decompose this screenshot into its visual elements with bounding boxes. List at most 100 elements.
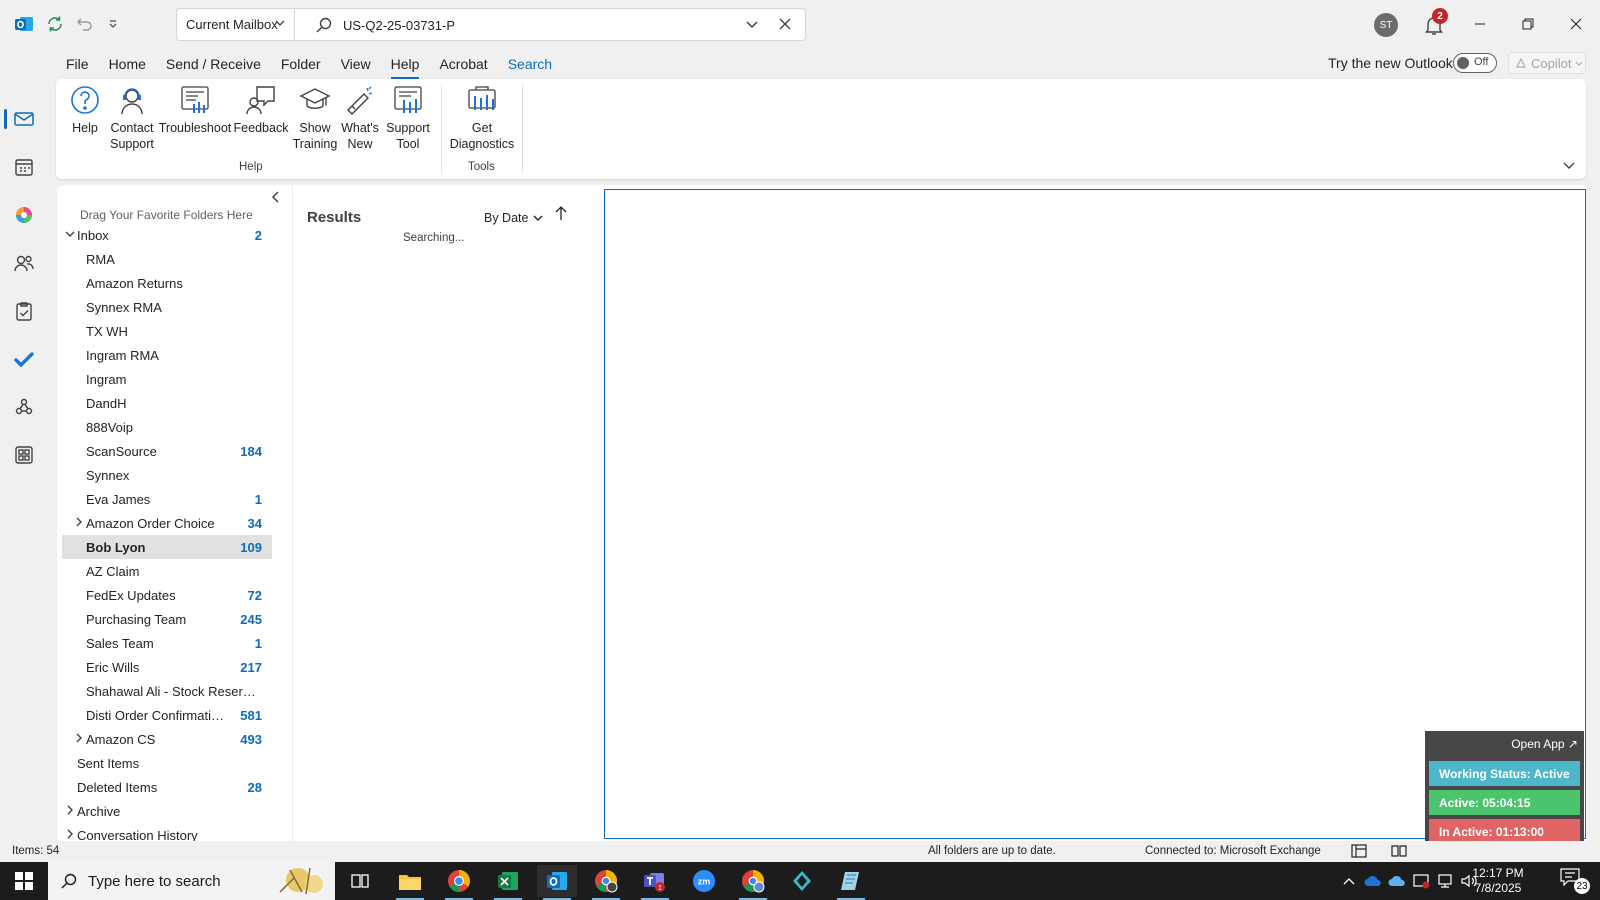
folder-item[interactable]: Ingram RMA — [62, 343, 272, 367]
todo-check-icon[interactable] — [12, 347, 36, 371]
folder-item[interactable]: Synnex — [62, 463, 272, 487]
security-alert-icon[interactable] — [1412, 872, 1430, 890]
folder-item[interactable]: Amazon Order Choice 34 — [62, 511, 272, 535]
mail-icon[interactable] — [12, 107, 36, 131]
tab-file[interactable]: File — [56, 49, 99, 79]
folder-item[interactable]: AZ Claim — [62, 559, 272, 583]
network-icon[interactable] — [1436, 872, 1454, 890]
zoom-icon[interactable]: zm — [684, 865, 724, 897]
show-training-button[interactable]: Show Training — [290, 83, 340, 161]
people-icon[interactable] — [12, 251, 36, 275]
tab-help[interactable]: Help — [381, 49, 430, 79]
chrome-icon[interactable] — [439, 865, 479, 900]
folder-item[interactable]: RMA — [62, 247, 272, 271]
folder-item[interactable]: Disti Order Confirmations 581 — [62, 703, 272, 727]
normal-view-icon[interactable] — [1347, 842, 1371, 860]
support-tool-button[interactable]: Support Tool — [384, 83, 432, 161]
folder-item[interactable]: Shahawal Ali - Stock Reservati... — [62, 679, 272, 703]
folder-item[interactable]: Amazon Returns — [62, 271, 272, 295]
folder-item[interactable]: FedEx Updates 72 — [62, 583, 272, 607]
folder-item[interactable]: DandH — [62, 391, 272, 415]
folder-item[interactable]: ScanSource 184 — [62, 439, 272, 463]
search-input[interactable] — [343, 15, 723, 35]
tab-send-receive[interactable]: Send / Receive — [156, 49, 271, 79]
folder-item[interactable]: Deleted Items 28 — [62, 775, 272, 799]
file-explorer-icon[interactable] — [390, 865, 430, 900]
restore-button[interactable] — [1505, 10, 1551, 38]
folder-item[interactable]: Synnex RMA — [62, 295, 272, 319]
folder-item[interactable]: TX WH — [62, 319, 272, 343]
folder-item[interactable]: 888Voip — [62, 415, 272, 439]
notification-center-icon[interactable]: 23 — [1560, 868, 1590, 894]
clear-search-icon[interactable] — [777, 16, 793, 35]
favorites-hint: Drag Your Favorite Folders Here — [80, 208, 253, 222]
folder-name: DandH — [86, 395, 127, 411]
taskbar-search-icon — [61, 873, 77, 889]
new-outlook-toggle[interactable]: Off — [1453, 53, 1497, 73]
copilot-button[interactable]: Copilot — [1508, 52, 1586, 74]
folder-item[interactable]: Amazon CS 493 — [62, 727, 272, 751]
search-options-chevron-icon[interactable] — [745, 17, 759, 34]
folder-item[interactable]: Archive — [62, 799, 272, 823]
open-app-link[interactable]: Open App ↗ — [1511, 737, 1578, 751]
collapse-folder-pane-icon[interactable] — [271, 191, 281, 206]
feedback-button[interactable]: Feedback — [234, 83, 288, 161]
sort-by-dropdown[interactable]: By Date — [484, 211, 544, 225]
copilot-icon[interactable] — [12, 203, 36, 227]
help-button[interactable]: Help — [68, 83, 102, 161]
groups-icon[interactable] — [12, 395, 36, 419]
sync-icon[interactable] — [44, 13, 66, 35]
outlook-taskbar-icon[interactable] — [537, 865, 577, 900]
tasks-icon[interactable] — [12, 299, 36, 323]
expand-right-chevron-icon[interactable] — [65, 829, 75, 842]
taskbar-search-box[interactable]: Type here to search — [48, 862, 335, 900]
tray-overflow-icon[interactable] — [1340, 872, 1358, 890]
troubleshoot-button[interactable]: Troubleshoot — [159, 83, 231, 161]
mailbox-scope-dropdown[interactable]: Current Mailbox — [176, 8, 294, 41]
search-box[interactable] — [294, 8, 806, 41]
contact-support-button[interactable]: Contact Support — [108, 83, 156, 161]
tab-view[interactable]: View — [331, 49, 381, 79]
sort-direction-icon[interactable] — [554, 205, 568, 224]
whats-new-button[interactable]: What's New — [338, 83, 382, 161]
calendar-icon[interactable] — [12, 155, 36, 179]
teams-icon[interactable]: 1 — [635, 865, 675, 900]
app-notebook-icon[interactable] — [831, 865, 871, 900]
search-icon — [315, 16, 333, 37]
folder-item[interactable]: Eva James 1 — [62, 487, 272, 511]
chrome-profile-icon[interactable] — [586, 865, 626, 900]
tab-acrobat[interactable]: Acrobat — [429, 49, 497, 79]
tab-search[interactable]: Search — [498, 49, 562, 79]
folder-item[interactable]: Ingram — [62, 367, 272, 391]
expand-down-chevron-icon[interactable] — [65, 229, 75, 242]
onedrive-personal-icon[interactable] — [1388, 872, 1406, 890]
folder-item[interactable]: Purchasing Team 245 — [62, 607, 272, 631]
tab-home[interactable]: Home — [99, 49, 156, 79]
folder-item[interactable]: Eric Wills 217 — [62, 655, 272, 679]
tab-folder[interactable]: Folder — [271, 49, 331, 79]
collapse-ribbon-icon[interactable] — [1562, 158, 1576, 175]
app-diamond-icon[interactable] — [782, 865, 822, 897]
close-button[interactable] — [1553, 10, 1599, 38]
folder-item[interactable]: Bob Lyon 109 — [62, 535, 272, 559]
quick-access-dropdown-icon[interactable] — [102, 13, 124, 35]
expand-right-chevron-icon[interactable] — [74, 733, 84, 746]
folder-item[interactable]: Conversation History — [62, 823, 272, 842]
folder-item[interactable]: Inbox 2 — [62, 223, 272, 247]
expand-right-chevron-icon[interactable] — [74, 517, 84, 530]
taskbar-clock[interactable]: 12:17 PM 7/8/2025 — [1458, 866, 1538, 896]
expand-right-chevron-icon[interactable] — [65, 805, 75, 818]
folder-item[interactable]: Sales Team 1 — [62, 631, 272, 655]
excel-icon[interactable] — [488, 865, 528, 900]
get-diagnostics-button[interactable]: Get Diagnostics — [449, 83, 515, 161]
windows-start-icon[interactable] — [0, 862, 48, 900]
task-view-icon[interactable] — [340, 865, 380, 897]
undo-icon[interactable] — [74, 13, 96, 35]
chrome-second-profile-icon[interactable] — [733, 865, 773, 900]
avatar[interactable]: ST — [1374, 13, 1398, 37]
more-apps-icon[interactable] — [12, 443, 36, 467]
minimize-button[interactable] — [1457, 10, 1503, 38]
reading-view-icon[interactable] — [1387, 842, 1411, 860]
folder-item[interactable]: Sent Items — [62, 751, 272, 775]
onedrive-business-icon[interactable] — [1364, 872, 1382, 890]
